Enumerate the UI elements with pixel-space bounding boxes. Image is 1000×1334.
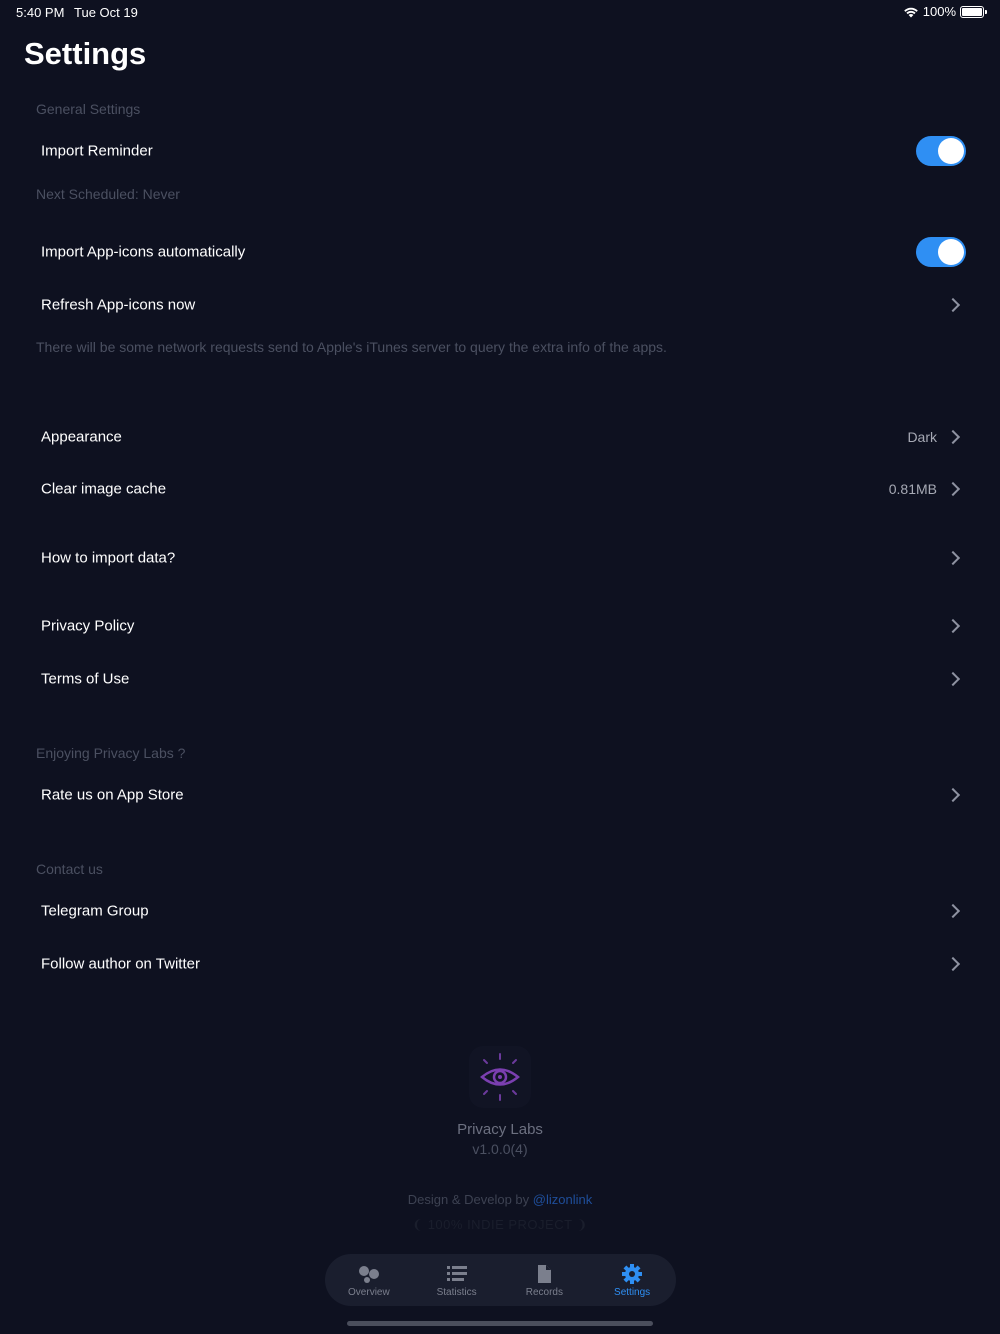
import-reminder-label: Import Reminder bbox=[41, 142, 153, 160]
chevron-right-icon bbox=[945, 429, 961, 445]
telegram-group-label: Telegram Group bbox=[41, 902, 149, 920]
credits: Design & Develop by @lizonlink bbox=[0, 1192, 1000, 1207]
tab-statistics[interactable]: Statistics bbox=[413, 1254, 501, 1306]
battery-percent: 100% bbox=[922, 4, 956, 19]
app-version: v1.0.0(4) bbox=[472, 1141, 528, 1157]
rate-app-label: Rate us on App Store bbox=[41, 786, 184, 804]
appearance-label: Appearance bbox=[41, 428, 122, 446]
section-header-general: General Settings bbox=[36, 101, 141, 117]
terms-of-use-row[interactable]: Terms of Use bbox=[24, 653, 976, 705]
wifi-icon bbox=[903, 7, 918, 17]
app-logo bbox=[469, 1046, 531, 1108]
import-icons-auto-label: Import App-icons automatically bbox=[41, 243, 246, 261]
chevron-right-icon bbox=[945, 297, 961, 313]
how-to-import-label: How to import data? bbox=[41, 549, 176, 567]
tab-statistics-label: Statistics bbox=[436, 1287, 477, 1298]
clear-cache-label: Clear image cache bbox=[41, 480, 167, 498]
status-time: 5:40 PM bbox=[16, 5, 65, 20]
refresh-icons-row[interactable]: Refresh App-icons now bbox=[24, 279, 976, 331]
network-note: There will be some network requests send… bbox=[36, 339, 667, 355]
how-to-import-row[interactable]: How to import data? bbox=[24, 532, 976, 584]
tab-records[interactable]: Records bbox=[501, 1254, 589, 1306]
indie-badge: ❨ 100% INDIE PROJECT ❩ bbox=[0, 1217, 1000, 1233]
next-scheduled-note: Next Scheduled: Never bbox=[36, 186, 180, 202]
chevron-right-icon bbox=[945, 956, 961, 972]
home-indicator[interactable] bbox=[347, 1321, 653, 1326]
telegram-group-row[interactable]: Telegram Group bbox=[24, 885, 976, 937]
privacy-policy-row[interactable]: Privacy Policy bbox=[24, 600, 976, 652]
laurel-right-icon: ❩ bbox=[576, 1217, 588, 1232]
battery-icon bbox=[960, 5, 987, 18]
import-icons-auto-row: Import App-icons automatically bbox=[24, 226, 976, 278]
import-reminder-row: Import Reminder bbox=[24, 125, 976, 177]
gear-icon bbox=[622, 1264, 643, 1284]
chevron-right-icon bbox=[945, 903, 961, 919]
twitter-row[interactable]: Follow author on Twitter bbox=[24, 938, 976, 990]
terms-of-use-label: Terms of Use bbox=[41, 670, 130, 688]
twitter-label: Follow author on Twitter bbox=[41, 955, 200, 973]
tab-bar: Overview Statistics Records Settings bbox=[325, 1254, 676, 1306]
tab-overview-label: Overview bbox=[348, 1287, 390, 1298]
eye-icon bbox=[480, 1053, 520, 1101]
chevron-right-icon bbox=[945, 787, 961, 803]
privacy-policy-label: Privacy Policy bbox=[41, 617, 135, 635]
import-icons-auto-toggle[interactable] bbox=[916, 237, 966, 267]
tab-settings-label: Settings bbox=[614, 1287, 651, 1298]
status-date: Tue Oct 19 bbox=[74, 5, 138, 20]
status-bar: 5:40 PM Tue Oct 19 100% bbox=[0, 0, 1000, 24]
tab-settings[interactable]: Settings bbox=[588, 1254, 676, 1306]
status-indicators: 100% bbox=[903, 4, 987, 19]
appearance-row[interactable]: Appearance Dark bbox=[24, 411, 976, 463]
tab-records-label: Records bbox=[525, 1287, 563, 1298]
statistics-icon bbox=[446, 1266, 467, 1281]
author-handle-link[interactable]: @lizonlink bbox=[533, 1192, 592, 1207]
app-name: Privacy Labs bbox=[457, 1121, 543, 1138]
page-title: Settings bbox=[24, 36, 147, 71]
chevron-right-icon bbox=[945, 481, 961, 497]
laurel-left-icon: ❨ bbox=[412, 1217, 424, 1232]
refresh-icons-label: Refresh App-icons now bbox=[41, 296, 196, 314]
cache-size-value: 0.81MB bbox=[888, 481, 937, 497]
chevron-right-icon bbox=[945, 550, 961, 566]
credits-text: Design & Develop by bbox=[407, 1192, 530, 1207]
import-reminder-toggle[interactable] bbox=[916, 136, 966, 166]
indie-label: 100% INDIE PROJECT bbox=[427, 1217, 573, 1232]
chevron-right-icon bbox=[945, 618, 961, 634]
clear-cache-row[interactable]: Clear image cache 0.81MB bbox=[24, 463, 976, 515]
tab-overview[interactable]: Overview bbox=[325, 1254, 413, 1306]
overview-icon bbox=[358, 1266, 379, 1283]
chevron-right-icon bbox=[945, 671, 961, 687]
rate-app-row[interactable]: Rate us on App Store bbox=[24, 769, 976, 821]
records-icon bbox=[538, 1265, 552, 1283]
section-header-enjoying: Enjoying Privacy Labs ? bbox=[36, 745, 186, 761]
section-header-contact: Contact us bbox=[36, 861, 103, 877]
appearance-value: Dark bbox=[907, 429, 937, 445]
